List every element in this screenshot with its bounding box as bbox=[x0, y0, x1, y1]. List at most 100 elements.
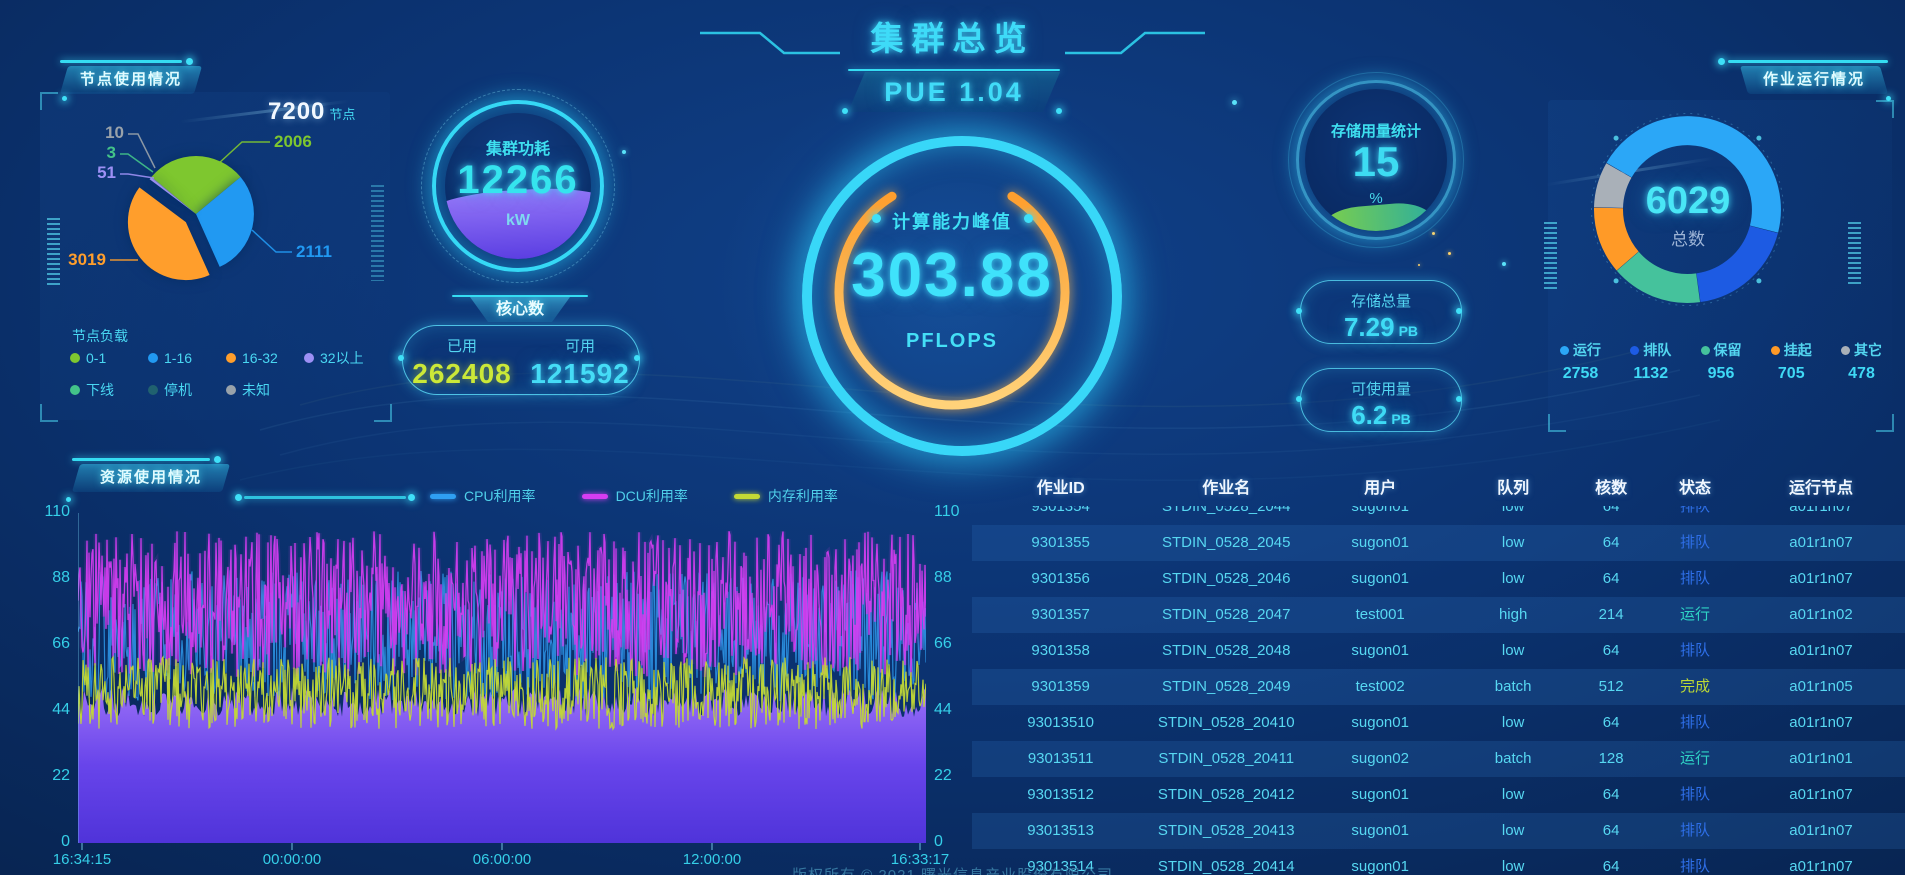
table-row[interactable]: 93013512STDIN_0528_20412sugon01low64排队a0… bbox=[972, 777, 1905, 813]
resource-legend-item[interactable]: 内存利用率 bbox=[734, 486, 838, 506]
node-load-legend: 0-1 1-16 16-32 32以上下线停机 未知 bbox=[70, 348, 400, 412]
storage-total-number: 7.29 bbox=[1344, 312, 1395, 342]
jobs-table-header: 作业ID作业名用户队列核数状态运行节点 bbox=[972, 474, 1905, 504]
table-row[interactable]: 9301357STDIN_0528_2047test001high214运行a0… bbox=[972, 597, 1905, 633]
node-legend-item-1-16[interactable]: 1-16 bbox=[148, 348, 226, 368]
decor-dot bbox=[634, 355, 640, 361]
donut-decor-dot bbox=[1614, 136, 1619, 141]
table-row[interactable]: 93013513STDIN_0528_20413sugon01low64排队a0… bbox=[972, 813, 1905, 849]
page-title: 集群总览 bbox=[0, 12, 1905, 60]
node-legend-item-16-32[interactable]: 16-32 bbox=[226, 348, 304, 368]
status-badge: 排队 bbox=[1653, 777, 1737, 813]
legend-label: 停机 bbox=[164, 380, 192, 400]
node-legend-item-未知[interactable]: 未知 bbox=[226, 380, 304, 400]
decor-dot bbox=[214, 456, 221, 463]
legend-label: 未知 bbox=[242, 380, 270, 400]
table-cell: 9301358 bbox=[972, 633, 1149, 669]
barcode-decoration bbox=[47, 218, 60, 288]
table-row[interactable]: 9301356STDIN_0528_2046sugon01low64排队a01r… bbox=[972, 561, 1905, 597]
decor-dot bbox=[235, 494, 242, 501]
table-cell: sugon01 bbox=[1303, 705, 1457, 741]
status-badge: 排队 bbox=[1653, 525, 1737, 561]
table-cell: 93013511 bbox=[972, 741, 1149, 777]
legend-label: 1-16 bbox=[164, 350, 192, 366]
table-row[interactable]: 93013510STDIN_0528_20410sugon01low64排队a0… bbox=[972, 705, 1905, 741]
table-row[interactable]: 93013511STDIN_0528_20411sugon02batch128运… bbox=[972, 741, 1905, 777]
storage-available-unit: PB bbox=[1391, 411, 1410, 427]
legend-value: 956 bbox=[1701, 365, 1742, 383]
resource-legend-item[interactable]: DCU利用率 bbox=[582, 486, 688, 506]
jobs-legend-item-保留[interactable]: 保留 956 bbox=[1701, 340, 1742, 383]
resource-usage-chart[interactable] bbox=[78, 505, 926, 853]
table-cell: 64 bbox=[1569, 777, 1653, 813]
jobs-panel-header: 作业运行情况 bbox=[1744, 66, 1884, 94]
legend-dot bbox=[148, 385, 158, 395]
table-cell: test002 bbox=[1303, 669, 1457, 705]
legend-dot bbox=[70, 385, 80, 395]
table-column-header: 用户 bbox=[1303, 474, 1457, 504]
table-row[interactable]: 9301355STDIN_0528_2045sugon01low64排队a01r… bbox=[972, 525, 1905, 561]
node-panel-header: 节点使用情况 bbox=[64, 66, 198, 94]
node-legend-item-下线[interactable]: 下线 bbox=[70, 380, 148, 400]
table-cell: 214 bbox=[1569, 597, 1653, 633]
status-badge: 排队 bbox=[1653, 561, 1737, 597]
legend-value: 1132 bbox=[1630, 365, 1671, 383]
legend-dot bbox=[70, 353, 80, 363]
legend-dot bbox=[1630, 346, 1639, 355]
storage-available-number: 6.2 bbox=[1351, 400, 1387, 430]
table-cell: sugon01 bbox=[1303, 525, 1457, 561]
table-cell: sugon01 bbox=[1303, 506, 1457, 525]
resource-chart-legend: CPU利用率 DCU利用率 内存利用率 bbox=[430, 486, 884, 506]
jobs-legend-item-挂起[interactable]: 挂起705 bbox=[1771, 340, 1812, 383]
cores-panel: 已用 262408 可用 121592 bbox=[402, 325, 640, 395]
pie-callout-value: 2006 bbox=[274, 132, 312, 151]
decor-dot bbox=[186, 58, 193, 65]
legend-swatch bbox=[430, 494, 456, 499]
legend-label: 16-32 bbox=[242, 350, 278, 366]
decor-dot bbox=[408, 494, 415, 501]
table-cell: a01r1n07 bbox=[1737, 705, 1905, 741]
table-cell: sugon01 bbox=[1303, 813, 1457, 849]
corner-bracket bbox=[1876, 414, 1894, 432]
legend-dot bbox=[1841, 346, 1850, 355]
legend-value: 705 bbox=[1771, 365, 1812, 383]
pie-callout-line bbox=[120, 174, 154, 178]
legend-value: 478 bbox=[1841, 365, 1882, 383]
storage-percent-value: 15 bbox=[1288, 138, 1464, 186]
status-badge: 排队 bbox=[1653, 633, 1737, 669]
legend-label: 32以上 bbox=[320, 348, 364, 368]
table-cell: 64 bbox=[1569, 705, 1653, 741]
cores-used-label: 已用 bbox=[403, 335, 521, 356]
node-panel-header-label: 节点使用情况 bbox=[80, 71, 182, 88]
node-legend-item-停机[interactable]: 停机 bbox=[148, 380, 226, 400]
jobs-legend-item-运行[interactable]: 运行2758 bbox=[1560, 340, 1601, 383]
jobs-legend-item-排队[interactable]: 排队1132 bbox=[1630, 340, 1671, 383]
decor-dot bbox=[842, 108, 848, 114]
pue-panel: PUE 1.04 bbox=[848, 72, 1060, 112]
cores-available-value: 121592 bbox=[521, 358, 639, 390]
table-cell: 93013510 bbox=[972, 705, 1149, 741]
node-legend-item-32以上[interactable]: 32以上 bbox=[304, 348, 382, 368]
donut-slice-保留[interactable] bbox=[1628, 261, 1698, 288]
compute-gauge-title: 计算能力峰值 bbox=[852, 208, 1052, 234]
resource-badge-topline bbox=[72, 458, 210, 461]
status-badge: 运行 bbox=[1653, 597, 1737, 633]
legend-label: 保留 bbox=[1714, 340, 1742, 360]
jobs-legend-item-其它[interactable]: 其它478 bbox=[1841, 340, 1882, 383]
table-row[interactable]: 9301354STDIN_0528_2044sugon01low64排队a01r… bbox=[972, 506, 1905, 525]
table-column-header: 核数 bbox=[1569, 474, 1653, 504]
y-axis-label-left: 44 bbox=[24, 701, 70, 719]
table-cell: sugon01 bbox=[1303, 777, 1457, 813]
table-column-header: 作业名 bbox=[1149, 474, 1303, 504]
decor-dot bbox=[1296, 396, 1302, 402]
table-cell: 64 bbox=[1569, 633, 1653, 669]
resource-legend-item[interactable]: CPU利用率 bbox=[430, 486, 536, 506]
table-cell: a01r1n05 bbox=[1737, 669, 1905, 705]
resource-panel-header: 资源使用情况 bbox=[76, 464, 226, 492]
table-row[interactable]: 9301359STDIN_0528_2049test002batch512完成a… bbox=[972, 669, 1905, 705]
table-row[interactable]: 9301358STDIN_0528_2048sugon01low64排队a01r… bbox=[972, 633, 1905, 669]
node-legend-item-0-1[interactable]: 0-1 bbox=[70, 348, 148, 368]
legend-swatch bbox=[582, 494, 608, 499]
copyright-footer: 版权所有 © 2021 曙光信息产业股份有限公司 bbox=[0, 864, 1905, 875]
node-load-pie-chart[interactable]: 20062111301951310 bbox=[66, 112, 346, 312]
